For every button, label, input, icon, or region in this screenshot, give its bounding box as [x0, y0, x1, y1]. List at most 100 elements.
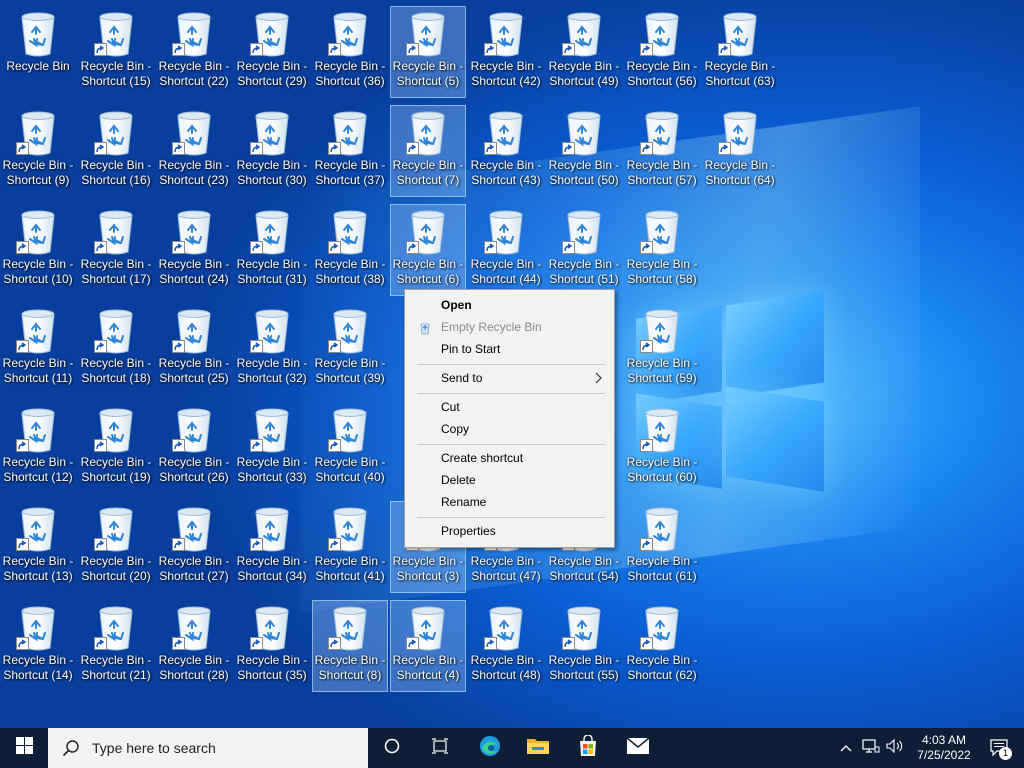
volume-button[interactable] — [884, 728, 906, 768]
network-button[interactable] — [860, 728, 882, 768]
desktop-icon[interactable]: Recycle Bin - Shortcut (15) — [78, 6, 154, 98]
recycle-bin-icon — [484, 208, 528, 256]
desktop-icon[interactable]: Recycle Bin - Shortcut (12) — [0, 402, 76, 494]
desktop-icon[interactable]: Recycle Bin - Shortcut (22) — [156, 6, 232, 98]
desktop-icon[interactable]: Recycle Bin - Shortcut (27) — [156, 501, 232, 593]
desktop-icon[interactable]: Recycle Bin - Shortcut (25) — [156, 303, 232, 395]
desktop-icon[interactable]: Recycle Bin - Shortcut (37) — [312, 105, 388, 197]
desktop[interactable]: Recycle Bin Recycle Bin - Shortcut (15) Re… — [0, 0, 1024, 728]
desktop-icon[interactable]: Recycle Bin - Shortcut (16) — [78, 105, 154, 197]
desktop-icon[interactable]: Recycle Bin - Shortcut (30) — [234, 105, 310, 197]
desktop-icon[interactable]: Recycle Bin - Shortcut (21) — [78, 600, 154, 692]
desktop-icon[interactable]: Recycle Bin - Shortcut (48) — [468, 600, 544, 692]
desktop-icon[interactable]: Recycle Bin - Shortcut (29) — [234, 6, 310, 98]
desktop-icon[interactable]: Recycle Bin - Shortcut (35) — [234, 600, 310, 692]
windows-logo-icon — [15, 737, 33, 759]
desktop-icon[interactable]: Recycle Bin - Shortcut (17) — [78, 204, 154, 296]
start-button[interactable] — [0, 728, 48, 768]
desktop-icon[interactable]: Recycle Bin — [0, 6, 76, 98]
desktop-icon[interactable]: Recycle Bin - Shortcut (41) — [312, 501, 388, 593]
desktop-icon[interactable]: Recycle Bin - Shortcut (20) — [78, 501, 154, 593]
shortcut-arrow-icon — [94, 637, 107, 650]
desktop-icon[interactable]: Recycle Bin - Shortcut (28) — [156, 600, 232, 692]
desktop-icon[interactable]: Recycle Bin - Shortcut (33) — [234, 402, 310, 494]
clock[interactable]: 4:03 AM 7/25/2022 — [910, 728, 978, 768]
desktop-icon[interactable]: Recycle Bin - Shortcut (19) — [78, 402, 154, 494]
desktop-icon[interactable]: Recycle Bin - Shortcut (6) — [390, 204, 466, 296]
desktop-icon[interactable]: Recycle Bin - Shortcut (5) — [390, 6, 466, 98]
desktop-icon[interactable]: Recycle Bin - Shortcut (43) — [468, 105, 544, 197]
desktop-icon[interactable]: Recycle Bin - Shortcut (59) — [624, 303, 700, 395]
desktop-icon[interactable]: Recycle Bin - Shortcut (38) — [312, 204, 388, 296]
menu-item-empty-recycle-bin[interactable]: Empty Recycle Bin — [407, 316, 612, 338]
desktop-icon[interactable]: Recycle Bin - Shortcut (60) — [624, 402, 700, 494]
desktop-icon[interactable]: Recycle Bin - Shortcut (10) — [0, 204, 76, 296]
desktop-icon[interactable]: Recycle Bin - Shortcut (13) — [0, 501, 76, 593]
desktop-icon[interactable]: Recycle Bin - Shortcut (55) — [546, 600, 622, 692]
desktop-icon[interactable]: Recycle Bin - Shortcut (63) — [702, 6, 778, 98]
desktop-icon[interactable]: Recycle Bin - Shortcut (57) — [624, 105, 700, 197]
cortana-button[interactable] — [372, 728, 412, 768]
menu-item-properties[interactable]: Properties — [407, 520, 612, 542]
action-center-button[interactable]: 1 — [980, 728, 1020, 768]
menu-item-open[interactable]: Open — [407, 294, 612, 316]
desktop-icon[interactable]: Recycle Bin - Shortcut (36) — [312, 6, 388, 98]
desktop-icon[interactable]: Recycle Bin - Shortcut (62) — [624, 600, 700, 692]
desktop-icon[interactable]: Recycle Bin - Shortcut (61) — [624, 501, 700, 593]
edge-taskbar-button[interactable] — [468, 728, 512, 768]
file-explorer-taskbar-button[interactable] — [516, 728, 560, 768]
desktop-icon[interactable]: Recycle Bin - Shortcut (23) — [156, 105, 232, 197]
desktop-icon[interactable]: Recycle Bin - Shortcut (11) — [0, 303, 76, 395]
desktop-icon[interactable]: Recycle Bin - Shortcut (39) — [312, 303, 388, 395]
show-hidden-icons-button[interactable] — [836, 728, 856, 768]
menu-item-cut[interactable]: Cut — [407, 396, 612, 418]
microsoft-store-taskbar-button[interactable] — [566, 728, 610, 768]
desktop-icon[interactable]: Recycle Bin - Shortcut (34) — [234, 501, 310, 593]
shortcut-arrow-icon — [250, 637, 263, 650]
menu-item-pin-to-start-label: Pin to Start — [441, 342, 501, 356]
desktop-icon[interactable]: Recycle Bin - Shortcut (26) — [156, 402, 232, 494]
desktop-icon-label: Recycle Bin - Shortcut (3) — [392, 554, 464, 583]
recycle-bin-icon — [94, 505, 138, 553]
desktop-icon[interactable]: Recycle Bin - Shortcut (40) — [312, 402, 388, 494]
desktop-icon[interactable]: Recycle Bin - Shortcut (9) — [0, 105, 76, 197]
shortcut-arrow-icon — [562, 142, 575, 155]
recycle-bin-icon — [484, 10, 528, 58]
recycle-bin-icon — [640, 604, 684, 652]
menu-item-delete-label: Delete — [441, 473, 476, 487]
desktop-icon-label: Recycle Bin - Shortcut (51) — [548, 257, 620, 286]
menu-item-copy[interactable]: Copy — [407, 418, 612, 440]
menu-item-rename[interactable]: Rename — [407, 491, 612, 513]
menu-item-pin-to-start[interactable]: Pin to Start — [407, 338, 612, 360]
desktop-icon[interactable]: Recycle Bin - Shortcut (56) — [624, 6, 700, 98]
desktop-icon[interactable]: Recycle Bin - Shortcut (44) — [468, 204, 544, 296]
desktop-icon[interactable]: Recycle Bin - Shortcut (18) — [78, 303, 154, 395]
menu-item-delete[interactable]: Delete — [407, 469, 612, 491]
desktop-icon[interactable]: Recycle Bin - Shortcut (24) — [156, 204, 232, 296]
desktop-icon[interactable]: Recycle Bin - Shortcut (32) — [234, 303, 310, 395]
desktop-icon[interactable]: Recycle Bin - Shortcut (4) — [390, 600, 466, 692]
desktop-icon[interactable]: Recycle Bin - Shortcut (51) — [546, 204, 622, 296]
desktop-icon-label: Recycle Bin - Shortcut (55) — [548, 653, 620, 682]
desktop-icon[interactable]: Recycle Bin - Shortcut (31) — [234, 204, 310, 296]
recycle-bin-icon — [640, 307, 684, 355]
mail-taskbar-button[interactable] — [616, 728, 660, 768]
taskbar-search-box[interactable]: Type here to search — [48, 728, 368, 768]
desktop-icon[interactable]: Recycle Bin - Shortcut (64) — [702, 105, 778, 197]
task-view-button[interactable] — [420, 728, 460, 768]
desktop-icon-label: Recycle Bin - Shortcut (30) — [236, 158, 308, 187]
desktop-icon[interactable]: Recycle Bin - Shortcut (7) — [390, 105, 466, 197]
menu-item-create-shortcut[interactable]: Create shortcut — [407, 447, 612, 469]
desktop-icon[interactable]: Recycle Bin - Shortcut (50) — [546, 105, 622, 197]
menu-item-properties-label: Properties — [441, 524, 496, 538]
recycle-bin-icon — [640, 208, 684, 256]
desktop-icon[interactable]: Recycle Bin - Shortcut (14) — [0, 600, 76, 692]
menu-item-send-to[interactable]: Send to — [407, 367, 612, 389]
desktop-icon[interactable]: Recycle Bin - Shortcut (49) — [546, 6, 622, 98]
desktop-icon[interactable]: Recycle Bin - Shortcut (8) — [312, 600, 388, 692]
desktop-icon[interactable]: Recycle Bin - Shortcut (58) — [624, 204, 700, 296]
desktop-icon-label: Recycle Bin - Shortcut (54) — [548, 554, 620, 583]
desktop-icon-label: Recycle Bin - Shortcut (47) — [470, 554, 542, 583]
shortcut-arrow-icon — [250, 340, 263, 353]
desktop-icon[interactable]: Recycle Bin - Shortcut (42) — [468, 6, 544, 98]
